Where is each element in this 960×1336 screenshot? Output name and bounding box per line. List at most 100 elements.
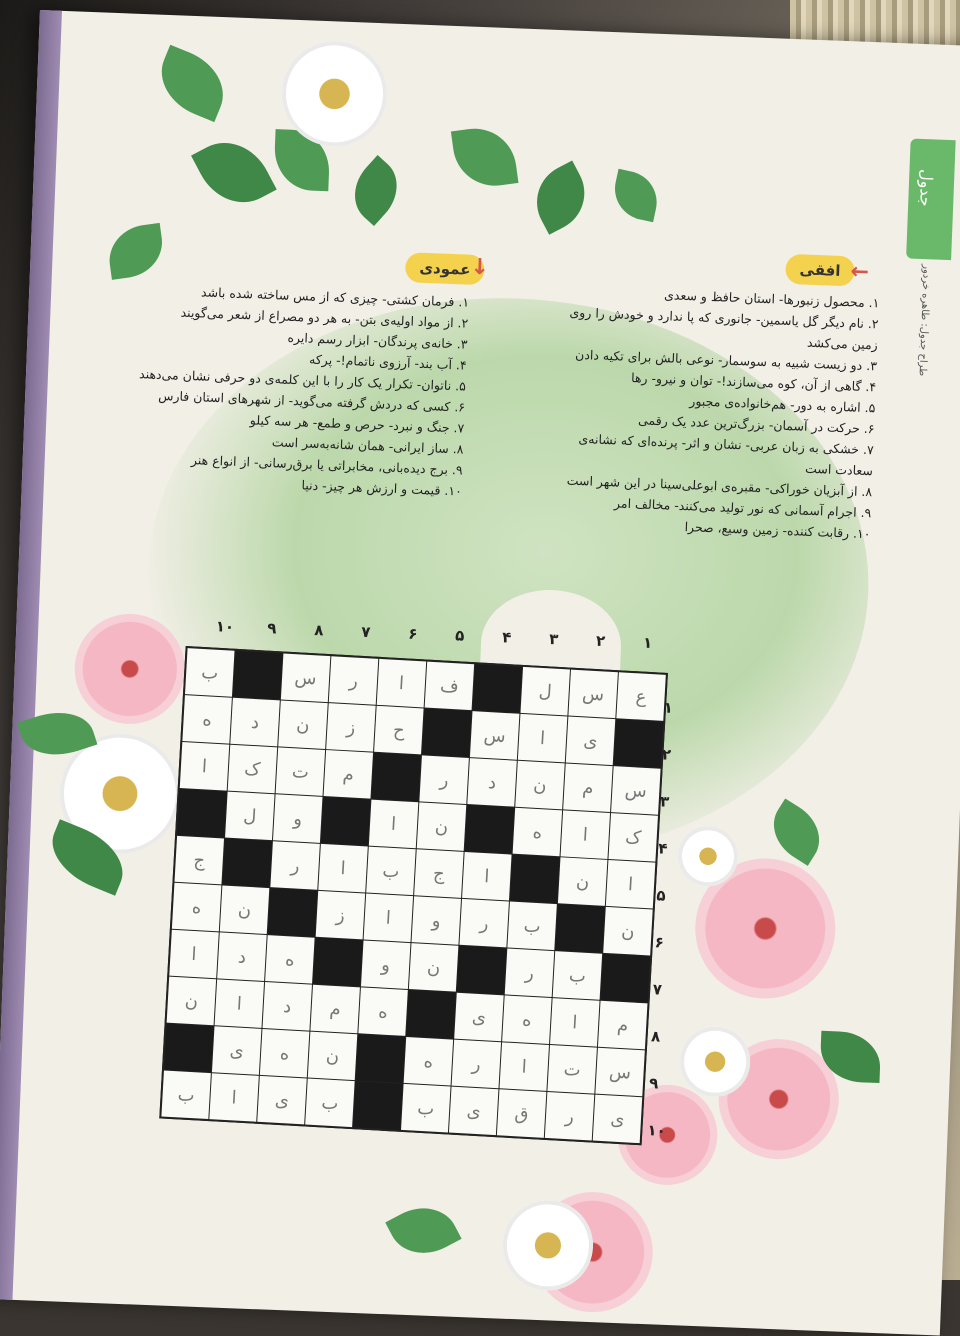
grid-cell[interactable]: ب	[161, 1070, 211, 1120]
grid-cell[interactable]: ت	[275, 747, 326, 796]
grid-cell[interactable]: ه	[512, 807, 563, 857]
grid-cell[interactable]: ی	[257, 1075, 307, 1125]
grid-cell[interactable]: م	[563, 763, 613, 813]
black-cell	[222, 838, 272, 888]
grid-cell[interactable]: ر	[451, 1039, 502, 1089]
grid-cell[interactable]: س	[469, 711, 520, 760]
grid-cell[interactable]: و	[272, 794, 323, 843]
grid-cell[interactable]: و	[360, 940, 411, 989]
grid-cell[interactable]: ک	[227, 744, 278, 794]
grid-cell[interactable]: ه	[171, 882, 222, 932]
grid-cell[interactable]: ا	[605, 859, 656, 909]
grid-cell[interactable]: د	[217, 932, 267, 981]
grid-cell[interactable]: ق	[496, 1089, 547, 1138]
row-number: ۱	[663, 698, 674, 717]
column-number: ۳	[548, 630, 559, 649]
grid-cell[interactable]: ی	[454, 992, 504, 1042]
grid-cell[interactable]: ن	[219, 885, 270, 935]
grid-cell[interactable]: ر	[544, 1091, 595, 1141]
grid-cell[interactable]: و	[411, 896, 462, 945]
grid-cell[interactable]: ن	[557, 857, 608, 906]
grid-cell[interactable]: د	[262, 982, 312, 1031]
designer-credit: طراح جدول: طاهره خردور	[916, 264, 932, 377]
grid-cell[interactable]: ا	[179, 742, 230, 791]
grid-cell[interactable]: ا	[560, 810, 611, 859]
grid-cell[interactable]: ن	[515, 760, 565, 810]
row-number: ۴	[657, 839, 668, 858]
across-heading: افقی	[785, 253, 856, 287]
grid-cell[interactable]: ه	[403, 1036, 454, 1086]
grid-cell[interactable]: ی	[211, 1026, 262, 1075]
grid-cell[interactable]: ع	[616, 672, 666, 721]
grid-cell[interactable]: ب	[305, 1078, 355, 1128]
grid-cell[interactable]: ر	[459, 898, 509, 948]
grid-cell[interactable]: ه	[358, 987, 408, 1036]
grid-cell[interactable]: م	[310, 984, 360, 1034]
grid-cell[interactable]: ی	[592, 1094, 643, 1144]
black-cell	[371, 752, 421, 802]
grid-cell[interactable]: ن	[166, 976, 217, 1026]
down-clues-list: ۱. فرمان کشتی- چیزی که از مس ساخته شده ب…	[112, 278, 470, 501]
section-tab-label: جدول	[916, 168, 937, 208]
black-cell	[613, 719, 664, 768]
grid-cell[interactable]: ن	[278, 700, 328, 750]
grid-cell[interactable]: ج	[414, 849, 464, 898]
grid-cell[interactable]: م	[323, 750, 374, 799]
grid-cell[interactable]: ب	[185, 648, 235, 697]
grid-cell[interactable]: ر	[270, 841, 320, 890]
column-number: ۹	[267, 619, 277, 638]
grid-cell[interactable]: م	[597, 1000, 648, 1050]
grid-cell[interactable]: ه	[265, 935, 315, 984]
grid-cell[interactable]: ه	[259, 1028, 310, 1078]
grid-cell[interactable]: ا	[169, 929, 219, 979]
row-number: ۵	[656, 886, 666, 905]
grid-cell[interactable]: ل	[520, 666, 570, 716]
grid-cell[interactable]: ن	[408, 943, 459, 992]
row-number: ۲	[661, 745, 672, 764]
grid-cell[interactable]: ت	[547, 1045, 597, 1094]
grid-cell[interactable]: د	[467, 758, 517, 807]
leaf-decoration	[450, 123, 519, 191]
grid-cell[interactable]: ر	[504, 948, 555, 998]
grid-cell[interactable]: ا	[499, 1042, 549, 1091]
row-number: ۷	[652, 980, 663, 999]
grid-cell[interactable]: ن	[416, 802, 467, 851]
grid-cell[interactable]: ی	[565, 716, 616, 766]
grid-cell[interactable]: ز	[315, 890, 366, 940]
grid-cell[interactable]: ل	[225, 791, 275, 841]
grid-cell[interactable]: ا	[318, 843, 368, 893]
grid-cell[interactable]: ا	[368, 799, 419, 849]
grid-cell[interactable]: ا	[517, 713, 568, 763]
grid-cell[interactable]: ج	[174, 835, 225, 885]
grid-cell[interactable]: س	[611, 766, 661, 815]
grid-cell[interactable]: س	[568, 669, 618, 719]
grid-cell[interactable]: ف	[424, 661, 475, 711]
grid-cell[interactable]: ی	[448, 1086, 499, 1136]
grid-cell[interactable]: ح	[374, 705, 424, 755]
grid-cell[interactable]: ن	[603, 906, 653, 956]
crossword-grid: عسلفارسبیاسحزندهسمندرمتکاکاهناولاناجبارج…	[159, 646, 668, 1146]
grid-cell[interactable]: ک	[608, 813, 658, 862]
grid-cell[interactable]: س	[595, 1047, 645, 1097]
grid-cell[interactable]: ا	[209, 1073, 259, 1122]
grid-cell[interactable]: ب	[552, 951, 603, 1000]
grid-cell[interactable]: ب	[366, 846, 416, 896]
grid-cell[interactable]: ب	[507, 901, 557, 951]
grid-cell[interactable]: ب	[401, 1083, 451, 1133]
grid-cell[interactable]: ا	[462, 851, 512, 901]
grid-cell[interactable]: ا	[550, 998, 600, 1047]
grid-cell[interactable]: د	[230, 697, 280, 747]
black-cell	[406, 990, 456, 1039]
grid-cell[interactable]: س	[280, 653, 331, 703]
grid-cell[interactable]: ز	[326, 703, 376, 752]
grid-cell[interactable]: ر	[328, 656, 379, 705]
grid-cell[interactable]: ر	[419, 755, 469, 804]
grid-cell[interactable]: ا	[376, 658, 427, 708]
black-cell	[422, 708, 472, 758]
black-cell	[509, 854, 560, 904]
grid-cell[interactable]: ه	[502, 995, 552, 1044]
grid-cell[interactable]: ن	[307, 1031, 358, 1081]
grid-cell[interactable]: ه	[182, 695, 232, 744]
grid-cell[interactable]: ا	[363, 893, 414, 943]
grid-cell[interactable]: ا	[214, 979, 265, 1028]
